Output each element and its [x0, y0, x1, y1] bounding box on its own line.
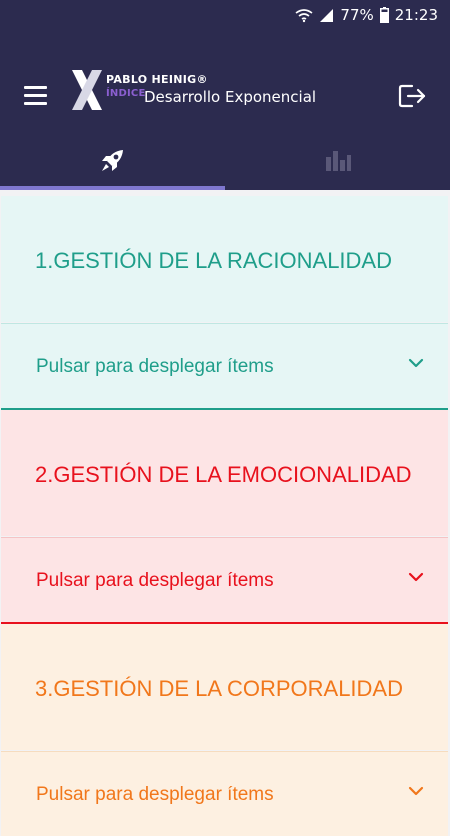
section-title-box: 2.GESTIÓN DE LA EMOCIONALIDAD	[1, 410, 448, 536]
section-title: 2.GESTIÓN DE LA EMOCIONALIDAD	[35, 462, 412, 487]
clock-time: 21:23	[394, 6, 438, 24]
logout-icon	[398, 84, 426, 108]
section-title: 1.GESTIÓN DE LA RACIONALIDAD	[35, 248, 392, 273]
expander-label: Pulsar para desplegar ítems	[36, 356, 274, 377]
chevron-down-icon	[408, 358, 424, 368]
status-bar: 77% 21:23	[0, 0, 450, 32]
logout-button[interactable]	[398, 82, 428, 110]
chevron-down-icon	[408, 572, 424, 582]
menu-button[interactable]	[22, 84, 50, 106]
bar-chart-icon	[325, 151, 351, 171]
tab-stats[interactable]	[225, 130, 450, 190]
rocket-icon	[101, 150, 123, 171]
battery-percentage: 77%	[340, 6, 374, 24]
expander-label: Pulsar para desplegar ítems	[36, 784, 274, 805]
signal-icon	[320, 8, 334, 22]
logo-x-icon	[72, 70, 102, 110]
tab-bar	[0, 130, 450, 190]
section-racionalidad: 1.GESTIÓN DE LA RACIONALIDAD	[1, 196, 448, 322]
section-title: 3.GESTIÓN DE LA CORPORALIDAD	[35, 676, 403, 701]
battery-icon	[379, 7, 389, 23]
logo-index-text: ÍNDICE	[106, 88, 146, 99]
app-bar: PABLO HEINIG® ÍNDICE Desarrollo Exponenc…	[0, 32, 450, 130]
app-logo: PABLO HEINIG® ÍNDICE Desarrollo Exponenc…	[70, 68, 320, 114]
expander-emocionalidad[interactable]: Pulsar para desplegar ítems	[1, 537, 448, 624]
tab-selected-indicator	[0, 186, 225, 190]
section-title-box: 3.GESTIÓN DE LA CORPORALIDAD	[1, 624, 448, 750]
expander-label: Pulsar para desplegar ítems	[36, 570, 274, 591]
menu-icon-line	[24, 102, 47, 105]
logo-brand-text: PABLO HEINIG®	[106, 73, 208, 86]
menu-icon-line	[24, 94, 47, 97]
status-right: 77% 21:23	[295, 6, 438, 24]
logo-title-text: Desarrollo Exponencial	[144, 88, 317, 106]
expander-racionalidad[interactable]: Pulsar para desplegar ítems	[1, 323, 448, 410]
expander-corporalidad[interactable]: Pulsar para desplegar ítems	[1, 751, 448, 836]
chevron-down-icon	[408, 786, 424, 796]
wifi-icon	[295, 8, 313, 22]
menu-icon	[24, 86, 47, 89]
tab-rocket[interactable]	[0, 130, 225, 190]
section-corporalidad: 3.GESTIÓN DE LA CORPORALIDAD	[1, 624, 448, 750]
section-emocionalidad: 2.GESTIÓN DE LA EMOCIONALIDAD	[1, 410, 448, 536]
section-title-box: 1.GESTIÓN DE LA RACIONALIDAD	[1, 196, 448, 322]
